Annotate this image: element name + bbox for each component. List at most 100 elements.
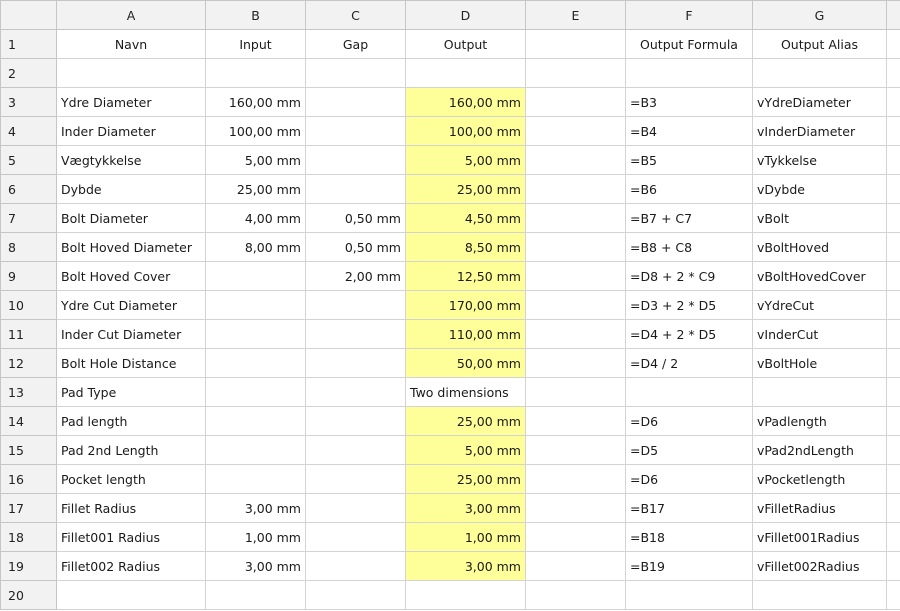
cell-e7[interactable] — [525, 203, 626, 233]
cell-e18[interactable] — [525, 522, 626, 552]
cell-e19[interactable] — [525, 551, 626, 581]
cell-b20[interactable] — [205, 580, 306, 610]
cell-d8[interactable]: 8,50 mm — [405, 232, 526, 262]
row-header[interactable]: 10 — [0, 290, 57, 320]
cell-h19[interactable] — [886, 551, 900, 581]
cell-g18[interactable]: vFillet001Radius — [752, 522, 887, 552]
cell-a17[interactable]: Fillet Radius — [56, 493, 206, 523]
cell-f14[interactable]: =D6 — [625, 406, 753, 436]
cell-e15[interactable] — [525, 435, 626, 465]
cell-c3[interactable] — [305, 87, 406, 117]
cell-g16[interactable]: vPocketlength — [752, 464, 887, 494]
cell-g14[interactable]: vPadlength — [752, 406, 887, 436]
cell-g4[interactable]: vInderDiameter — [752, 116, 887, 146]
cell-a9[interactable]: Bolt Hoved Cover — [56, 261, 206, 291]
cell-e14[interactable] — [525, 406, 626, 436]
cell-e13[interactable] — [525, 377, 626, 407]
cell-a3[interactable]: Ydre Diameter — [56, 87, 206, 117]
cell-d4[interactable]: 100,00 mm — [405, 116, 526, 146]
cell-c18[interactable] — [305, 522, 406, 552]
cell-f19[interactable]: =B19 — [625, 551, 753, 581]
cell-e9[interactable] — [525, 261, 626, 291]
cell-h20[interactable] — [886, 580, 900, 610]
cell-e12[interactable] — [525, 348, 626, 378]
cell-a8[interactable]: Bolt Hoved Diameter — [56, 232, 206, 262]
cell-a16[interactable]: Pocket length — [56, 464, 206, 494]
cell-h3[interactable] — [886, 87, 900, 117]
cell-b10[interactable] — [205, 290, 306, 320]
cell-g6[interactable]: vDybde — [752, 174, 887, 204]
cell-h17[interactable] — [886, 493, 900, 523]
cell-f9[interactable]: =D8 + 2 * C9 — [625, 261, 753, 291]
row-header[interactable]: 8 — [0, 232, 57, 262]
cell-c1[interactable]: Gap — [305, 29, 406, 59]
cell-b14[interactable] — [205, 406, 306, 436]
cell-g20[interactable] — [752, 580, 887, 610]
cell-d6[interactable]: 25,00 mm — [405, 174, 526, 204]
cell-f16[interactable]: =D6 — [625, 464, 753, 494]
cell-d18[interactable]: 1,00 mm — [405, 522, 526, 552]
cell-b13[interactable] — [205, 377, 306, 407]
cell-f13[interactable] — [625, 377, 753, 407]
cell-d20[interactable] — [405, 580, 526, 610]
cell-c19[interactable] — [305, 551, 406, 581]
cell-g7[interactable]: vBolt — [752, 203, 887, 233]
cell-g2[interactable] — [752, 58, 887, 88]
cell-a10[interactable]: Ydre Cut Diameter — [56, 290, 206, 320]
column-header-g[interactable]: G — [752, 0, 887, 30]
row-header[interactable]: 12 — [0, 348, 57, 378]
cell-f3[interactable]: =B3 — [625, 87, 753, 117]
cell-h2[interactable] — [886, 58, 900, 88]
cell-f17[interactable]: =B17 — [625, 493, 753, 523]
cell-g8[interactable]: vBoltHoved — [752, 232, 887, 262]
cell-d3[interactable]: 160,00 mm — [405, 87, 526, 117]
cell-b5[interactable]: 5,00 mm — [205, 145, 306, 175]
cell-b9[interactable] — [205, 261, 306, 291]
cell-h16[interactable] — [886, 464, 900, 494]
cell-g15[interactable]: vPad2ndLength — [752, 435, 887, 465]
cell-b16[interactable] — [205, 464, 306, 494]
cell-c10[interactable] — [305, 290, 406, 320]
cell-g19[interactable]: vFillet002Radius — [752, 551, 887, 581]
cell-b15[interactable] — [205, 435, 306, 465]
cell-h7[interactable] — [886, 203, 900, 233]
cell-f4[interactable]: =B4 — [625, 116, 753, 146]
cell-d19[interactable]: 3,00 mm — [405, 551, 526, 581]
cell-e20[interactable] — [525, 580, 626, 610]
cell-g9[interactable]: vBoltHovedCover — [752, 261, 887, 291]
cell-g13[interactable] — [752, 377, 887, 407]
cell-e2[interactable] — [525, 58, 626, 88]
cell-c2[interactable] — [305, 58, 406, 88]
cell-b7[interactable]: 4,00 mm — [205, 203, 306, 233]
cell-d7[interactable]: 4,50 mm — [405, 203, 526, 233]
cell-f10[interactable]: =D3 + 2 * D5 — [625, 290, 753, 320]
select-all-corner[interactable] — [0, 0, 57, 30]
cell-g17[interactable]: vFilletRadius — [752, 493, 887, 523]
cell-h8[interactable] — [886, 232, 900, 262]
cell-d13[interactable]: Two dimensions — [405, 377, 526, 407]
cell-b1[interactable]: Input — [205, 29, 306, 59]
cell-e11[interactable] — [525, 319, 626, 349]
row-header[interactable]: 2 — [0, 58, 57, 88]
cell-d17[interactable]: 3,00 mm — [405, 493, 526, 523]
cell-c6[interactable] — [305, 174, 406, 204]
cell-f5[interactable]: =B5 — [625, 145, 753, 175]
cell-a5[interactable]: Vægtykkelse — [56, 145, 206, 175]
column-header-f[interactable]: F — [625, 0, 753, 30]
column-header-overflow[interactable] — [886, 0, 900, 30]
cell-c11[interactable] — [305, 319, 406, 349]
cell-a18[interactable]: Fillet001 Radius — [56, 522, 206, 552]
row-header[interactable]: 6 — [0, 174, 57, 204]
cell-d16[interactable]: 25,00 mm — [405, 464, 526, 494]
cell-h11[interactable] — [886, 319, 900, 349]
cell-f15[interactable]: =D5 — [625, 435, 753, 465]
row-header[interactable]: 17 — [0, 493, 57, 523]
cell-a19[interactable]: Fillet002 Radius — [56, 551, 206, 581]
row-header[interactable]: 3 — [0, 87, 57, 117]
cell-d15[interactable]: 5,00 mm — [405, 435, 526, 465]
cell-g1[interactable]: Output Alias — [752, 29, 887, 59]
row-header[interactable]: 19 — [0, 551, 57, 581]
row-header[interactable]: 15 — [0, 435, 57, 465]
cell-a4[interactable]: Inder Diameter — [56, 116, 206, 146]
row-header[interactable]: 14 — [0, 406, 57, 436]
